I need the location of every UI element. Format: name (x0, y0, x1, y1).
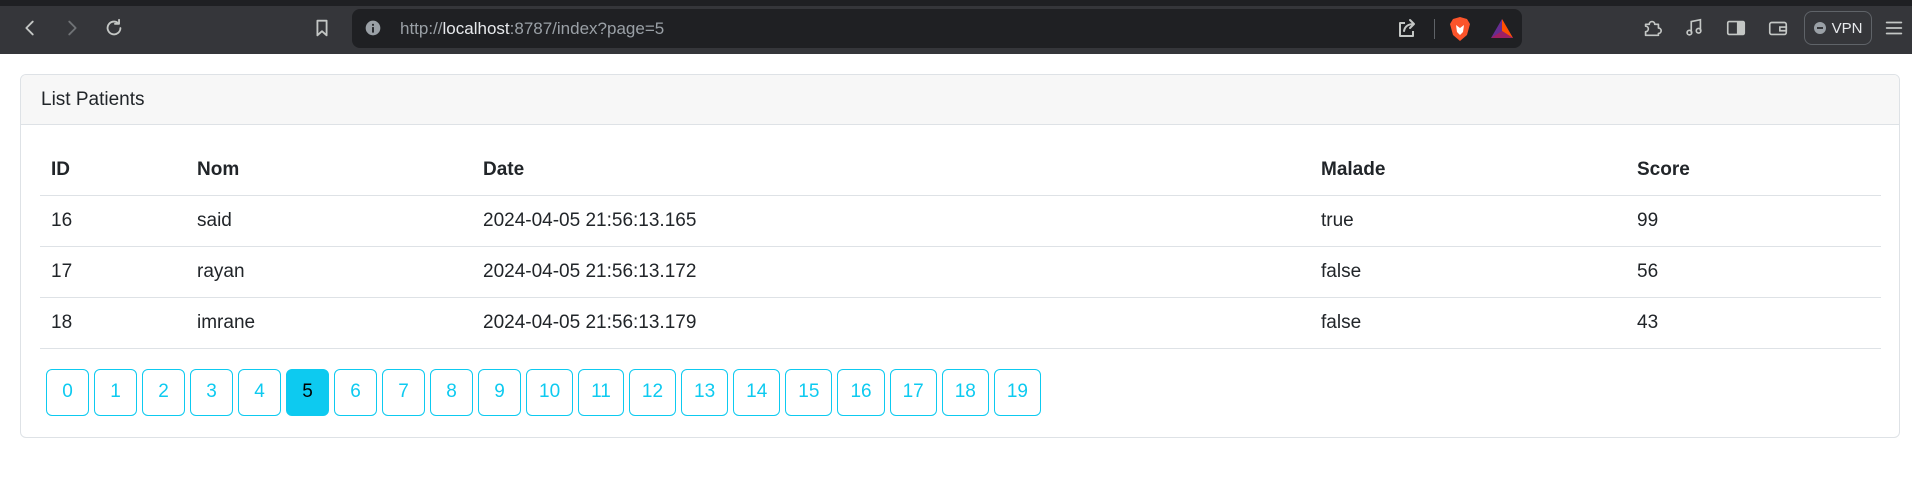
page-button-3[interactable]: 3 (190, 368, 233, 416)
header-malade: Malade (1310, 145, 1626, 196)
page-button-6[interactable]: 6 (334, 368, 377, 416)
sidebar-icon[interactable] (1722, 14, 1750, 42)
page-button-2[interactable]: 2 (142, 368, 185, 416)
table-row: 18 imrane 2024-04-05 21:56:13.179 false … (40, 297, 1881, 349)
url-scheme: http:// (400, 19, 443, 38)
pagination: 0 1 2 3 4 5 6 7 8 9 10 11 12 13 14 15 16… (46, 368, 1880, 416)
cell-id: 16 (40, 195, 186, 247)
menu-icon[interactable] (1880, 14, 1908, 42)
cell-nom: said (186, 195, 472, 247)
reload-icon[interactable] (98, 12, 130, 44)
page-button-17[interactable]: 17 (889, 368, 937, 416)
cell-id: 18 (40, 297, 186, 349)
page-button-13[interactable]: 13 (681, 368, 729, 416)
extensions-icon[interactable] (1638, 14, 1666, 42)
table-row: 16 said 2024-04-05 21:56:13.165 true 99 (40, 195, 1881, 247)
cell-score: 56 (1626, 246, 1881, 298)
brave-shield-icon[interactable] (1448, 16, 1472, 42)
patients-table: ID Nom Date Malade Score 16 said 2024-04… (40, 145, 1881, 349)
url-host: localhost (442, 19, 510, 38)
page-button-19[interactable]: 19 (993, 368, 1041, 416)
brave-rewards-icon[interactable] (1490, 17, 1514, 41)
address-bar[interactable]: http://localhost:8787/index?page=5 (352, 9, 1522, 48)
cell-malade: false (1310, 297, 1626, 349)
vpn-button[interactable]: VPN (1804, 11, 1872, 45)
page-button-15[interactable]: 15 (785, 368, 833, 416)
card-body: ID Nom Date Malade Score 16 said 2024-04… (21, 125, 1899, 434)
page-button-11[interactable]: 11 (578, 368, 624, 416)
url-text[interactable]: http://localhost:8787/index?page=5 (400, 19, 664, 39)
wallet-icon[interactable] (1764, 14, 1792, 42)
page-button-5[interactable]: 5 (286, 368, 329, 416)
tab-strip-edge (0, 0, 1912, 6)
page-button-16[interactable]: 16 (837, 368, 885, 416)
share-icon[interactable] (1395, 17, 1419, 41)
cell-date: 2024-04-05 21:56:13.165 (472, 195, 1310, 247)
card-title: List Patients (21, 75, 1899, 125)
vpn-status-icon (1813, 22, 1826, 34)
vpn-label: VPN (1831, 19, 1863, 37)
page-button-4[interactable]: 4 (238, 368, 281, 416)
cell-malade: false (1310, 246, 1626, 298)
table-row: 17 rayan 2024-04-05 21:56:13.172 false 5… (40, 246, 1881, 298)
header-nom: Nom (186, 145, 472, 196)
cell-malade: true (1310, 195, 1626, 247)
cell-date: 2024-04-05 21:56:13.179 (472, 297, 1310, 349)
header-id: ID (40, 145, 186, 196)
url-divider (1434, 19, 1435, 39)
media-icon[interactable] (1680, 14, 1708, 42)
browser-toolbar: http://localhost:8787/index?page=5 VPN (0, 0, 1912, 54)
page-button-8[interactable]: 8 (430, 368, 473, 416)
cell-date: 2024-04-05 21:56:13.172 (472, 246, 1310, 298)
cell-id: 17 (40, 246, 186, 298)
cell-nom: rayan (186, 246, 472, 298)
page-button-0[interactable]: 0 (46, 368, 89, 416)
page-button-1[interactable]: 1 (94, 368, 137, 416)
header-score: Score (1626, 145, 1881, 196)
bookmark-icon[interactable] (306, 12, 338, 44)
page-button-9[interactable]: 9 (478, 368, 521, 416)
page-button-7[interactable]: 7 (382, 368, 425, 416)
forward-icon[interactable] (56, 12, 88, 44)
table-header-row: ID Nom Date Malade Score (40, 145, 1881, 196)
page-button-18[interactable]: 18 (941, 368, 989, 416)
page-button-10[interactable]: 10 (526, 368, 574, 416)
page-button-12[interactable]: 12 (628, 368, 677, 416)
site-info-icon[interactable] (362, 17, 384, 39)
cell-score: 43 (1626, 297, 1881, 349)
cell-score: 99 (1626, 195, 1881, 247)
patients-card: List Patients ID Nom Date Malade Score 1… (20, 74, 1900, 438)
header-date: Date (472, 145, 1310, 196)
back-icon[interactable] (14, 12, 46, 44)
cell-nom: imrane (186, 297, 472, 349)
url-path: :8787/index?page=5 (509, 19, 665, 38)
page-button-14[interactable]: 14 (733, 368, 781, 416)
